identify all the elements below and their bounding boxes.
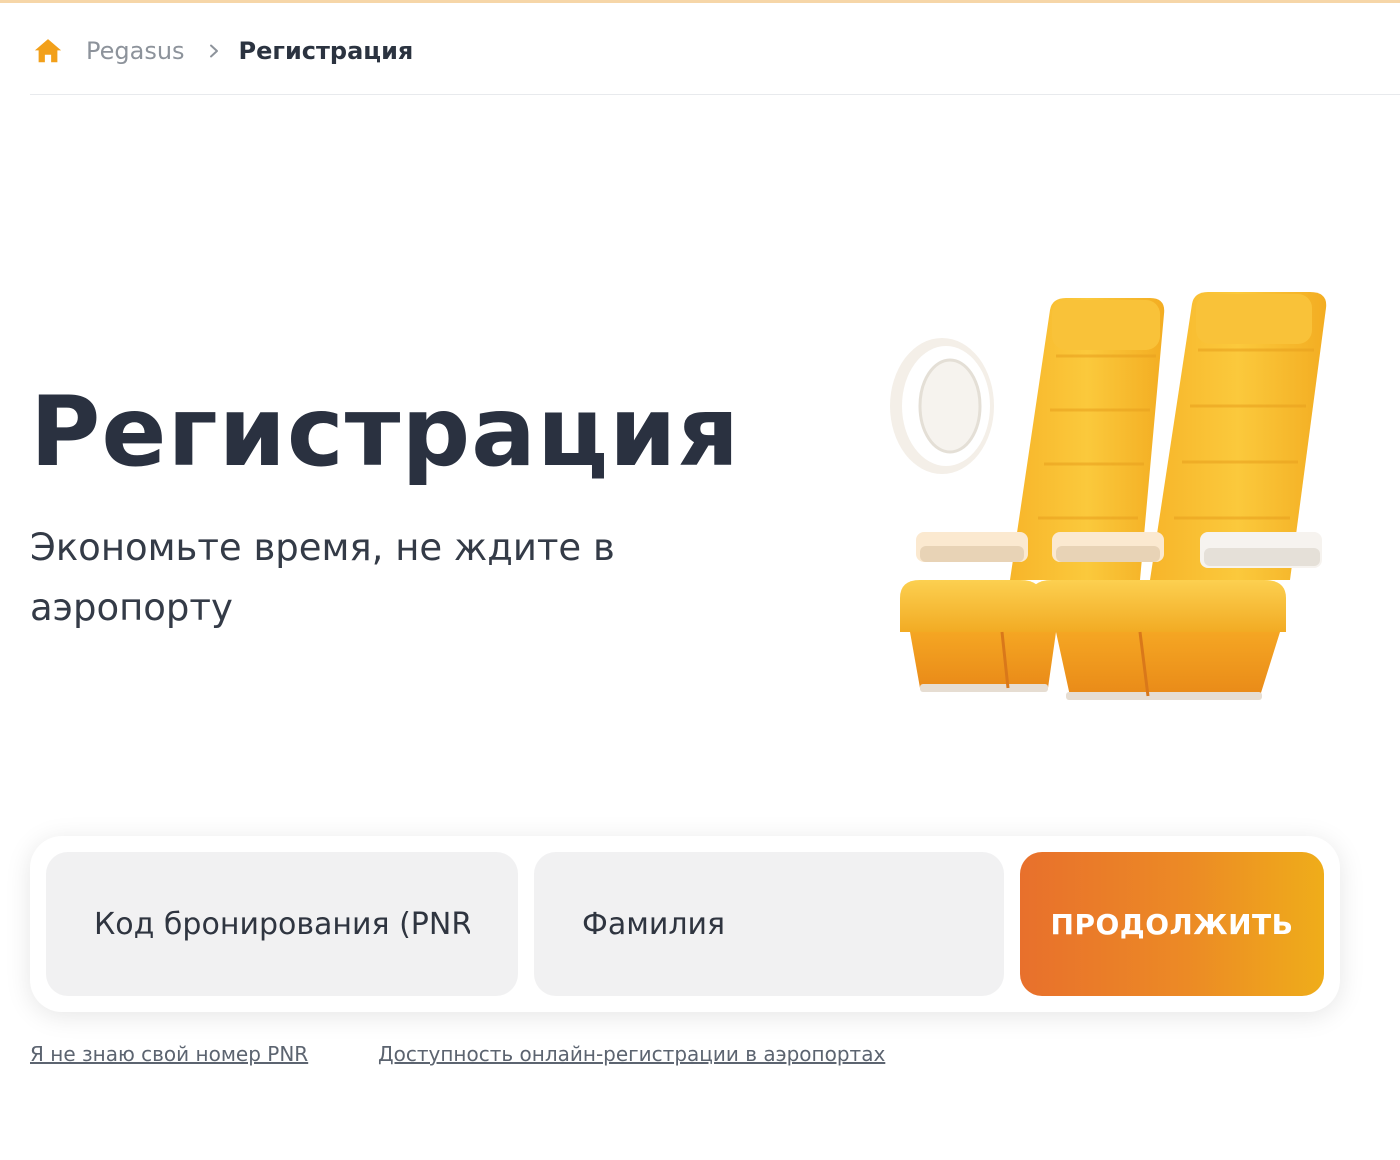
- header-divider: [30, 94, 1400, 95]
- breadcrumb-home-link[interactable]: Pegasus: [86, 37, 185, 65]
- airplane-seats-illustration: [890, 292, 1327, 700]
- registration-page: Pegasus Регистрация Регистрация Экономьт…: [0, 0, 1400, 1160]
- breadcrumb: Pegasus Регистрация: [32, 28, 413, 74]
- home-icon[interactable]: [32, 35, 64, 67]
- chevron-right-icon: [207, 44, 221, 58]
- checkin-form: ПРОДОЛЖИТЬ: [30, 836, 1340, 1012]
- window-icon: [890, 338, 994, 474]
- surname-input[interactable]: [534, 852, 1004, 996]
- continue-button[interactable]: ПРОДОЛЖИТЬ: [1020, 852, 1324, 996]
- page-subtitle: Экономьте время, не ждите в аэропорту: [30, 526, 615, 629]
- airport-availability-link[interactable]: Доступность онлайн-регистрации в аэропор…: [378, 1042, 885, 1066]
- unknown-pnr-link[interactable]: Я не знаю свой номер PNR: [30, 1042, 308, 1066]
- top-accent-line: [0, 0, 1400, 3]
- page-title: Регистрация: [30, 376, 740, 488]
- pnr-input[interactable]: [46, 852, 518, 996]
- breadcrumb-current: Регистрация: [238, 37, 414, 65]
